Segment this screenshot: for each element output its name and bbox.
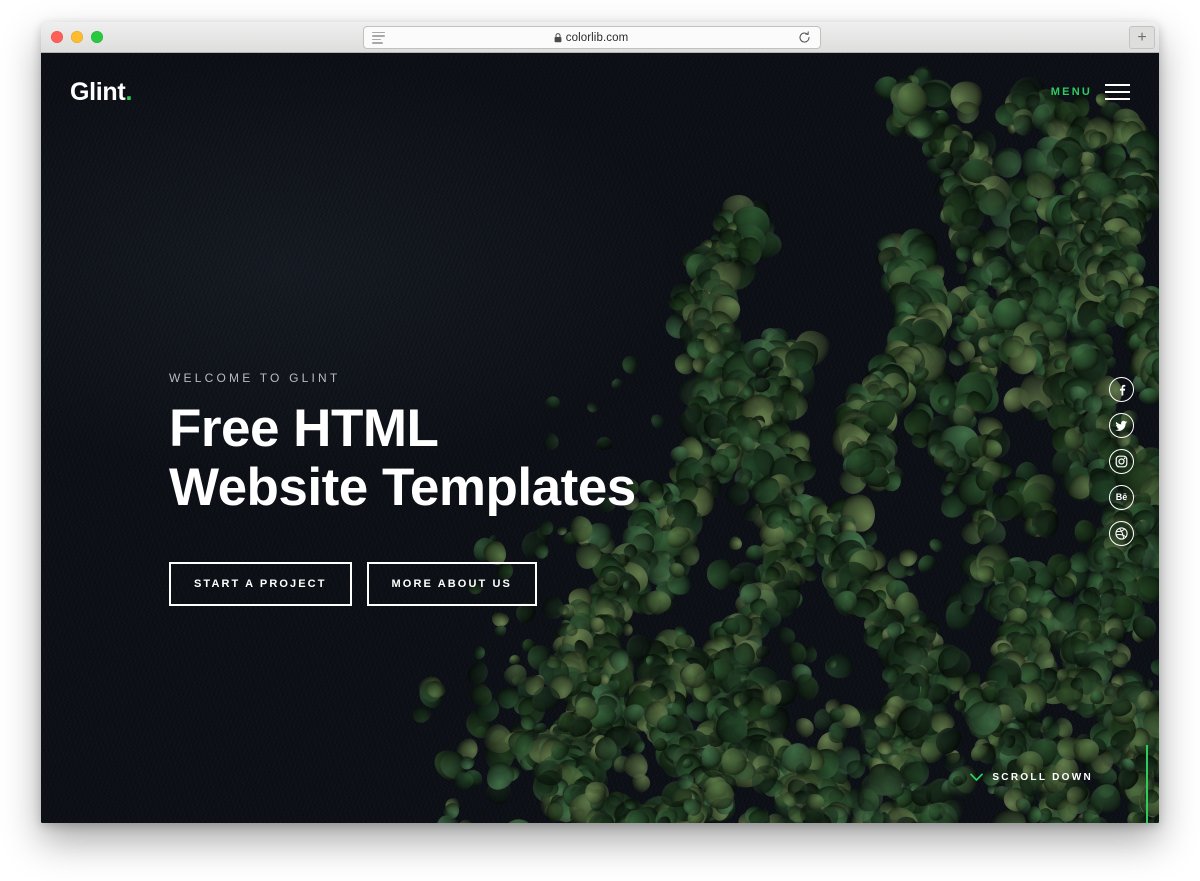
url-display: colorlib.com xyxy=(385,32,797,44)
page-title: Free HTML Website Templates xyxy=(169,399,636,518)
reload-icon[interactable] xyxy=(797,31,811,45)
hero-button-group: START A PROJECT MORE ABOUT US xyxy=(169,562,636,606)
browser-toolbar: colorlib.com + xyxy=(41,22,1159,53)
site-header: Glint. MENU xyxy=(41,53,1159,131)
close-window-button[interactable] xyxy=(51,31,63,43)
url-text: colorlib.com xyxy=(566,32,629,44)
address-bar[interactable]: colorlib.com xyxy=(363,26,821,49)
start-a-project-button[interactable]: START A PROJECT xyxy=(169,562,352,606)
minimize-window-button[interactable] xyxy=(71,31,83,43)
hero-heading-line-2: Website Templates xyxy=(169,458,636,517)
lock-icon xyxy=(554,33,562,43)
social-links: Bē xyxy=(1109,377,1134,546)
more-about-us-button[interactable]: MORE ABOUT US xyxy=(367,562,537,606)
brand-logo-dot: . xyxy=(125,78,132,106)
new-tab-label: + xyxy=(1137,30,1146,46)
behance-icon[interactable]: Bē xyxy=(1109,485,1134,510)
instagram-icon[interactable] xyxy=(1109,449,1134,474)
brand-logo-text: Glint xyxy=(70,78,125,106)
twitter-icon[interactable] xyxy=(1109,413,1134,438)
hero-heading-line-1: Free HTML xyxy=(169,399,636,458)
hamburger-icon[interactable] xyxy=(1105,84,1130,100)
dribbble-icon[interactable] xyxy=(1109,521,1134,546)
hero-content: WELCOME TO GLINT Free HTML Website Templ… xyxy=(169,371,636,606)
scroll-down-label: SCROLL DOWN xyxy=(992,772,1093,783)
hero-eyebrow: WELCOME TO GLINT xyxy=(169,371,636,385)
behance-glyph: Bē xyxy=(1116,493,1128,502)
brand-logo[interactable]: Glint. xyxy=(70,78,132,107)
scroll-down-indicator[interactable]: SCROLL DOWN xyxy=(970,772,1093,783)
reader-view-icon[interactable] xyxy=(372,32,385,44)
browser-window: colorlib.com + Glint. MENU WELCOME TO GL… xyxy=(41,22,1159,823)
scroll-accent-line xyxy=(1146,745,1148,823)
chevron-down-icon xyxy=(970,773,983,782)
menu-toggle-button[interactable]: MENU xyxy=(1051,84,1130,100)
new-tab-button[interactable]: + xyxy=(1129,26,1155,49)
window-controls xyxy=(51,31,103,43)
facebook-icon[interactable] xyxy=(1109,377,1134,402)
menu-label: MENU xyxy=(1051,86,1092,98)
page-viewport: Glint. MENU WELCOME TO GLINT Free HTML W… xyxy=(41,53,1159,823)
maximize-window-button[interactable] xyxy=(91,31,103,43)
